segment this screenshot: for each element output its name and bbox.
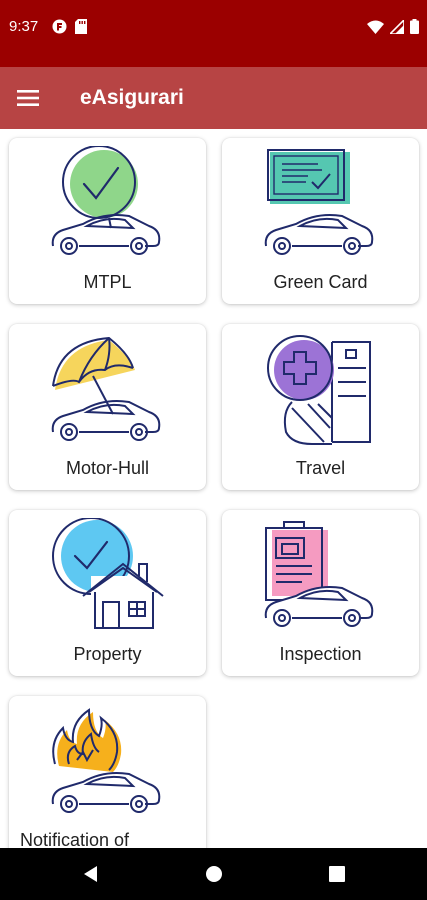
green-card-label: Green Card [273, 272, 368, 292]
status-time: 9:37 [9, 18, 39, 35]
motor-hull-label: Motor-Hull [65, 458, 149, 478]
travel-label: Travel [295, 458, 346, 478]
signal-icon [390, 19, 404, 34]
inspection-label: Inspection [279, 644, 362, 664]
recents-icon [329, 866, 345, 882]
insurance-menu-grid: MTPL Green Card Motor-Hull Travel Proper… [0, 129, 427, 848]
travel-medical-map-icon [267, 335, 371, 445]
system-nav-bar [0, 848, 427, 900]
car-check-icon [51, 146, 161, 255]
travel-card[interactable]: Travel [222, 324, 419, 490]
battery-icon [410, 19, 419, 34]
app-title: eAsigurari [80, 86, 184, 109]
green-card-card[interactable]: Green Card [222, 138, 419, 304]
wifi-icon [367, 20, 384, 34]
home-icon [206, 866, 222, 882]
property-label: Property [73, 644, 142, 664]
app-notification-icon [52, 19, 67, 34]
inspection-card[interactable]: Inspection [222, 510, 419, 676]
car-clipboard-icon [264, 521, 374, 627]
notification-label: Notification of [20, 830, 130, 848]
back-icon [84, 866, 97, 882]
house-check-icon [52, 518, 164, 629]
car-umbrella-icon [51, 336, 161, 441]
hamburger-menu-icon [17, 90, 39, 106]
car-document-icon [264, 149, 374, 255]
property-card[interactable]: Property [9, 510, 206, 676]
app-bar: eAsigurari [0, 67, 427, 129]
car-fire-icon [51, 708, 161, 813]
notification-card[interactable]: Notification of [9, 696, 206, 848]
status-left-icons [52, 19, 87, 34]
status-bar: 9:37 [0, 0, 427, 67]
back-button[interactable] [78, 861, 104, 887]
motor-hull-card[interactable]: Motor-Hull [9, 324, 206, 490]
recents-button[interactable] [324, 861, 350, 887]
hamburger-menu-button[interactable] [17, 86, 43, 110]
mtpl-card[interactable]: MTPL [9, 138, 206, 304]
sd-card-icon [75, 19, 87, 34]
status-right-icons [367, 19, 419, 34]
home-button[interactable] [201, 861, 227, 887]
mtpl-label: MTPL [83, 272, 132, 292]
